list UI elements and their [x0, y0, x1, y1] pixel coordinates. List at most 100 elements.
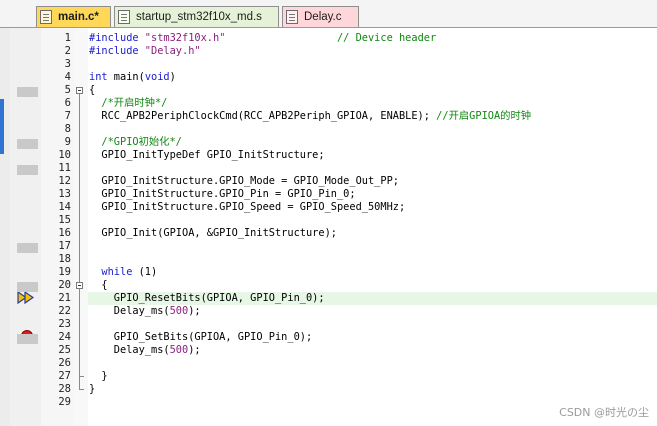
line-number: 28	[58, 383, 71, 395]
code-token: (1)	[132, 266, 158, 278]
line-number: 9	[64, 136, 71, 148]
line-number: 13	[58, 188, 71, 200]
line-number: 11	[58, 162, 71, 174]
tab-startup-file[interactable]: startup_stm32f10x_md.s	[114, 6, 279, 27]
fold-toggle-icon[interactable]	[76, 282, 83, 289]
gutter-marker	[17, 165, 38, 175]
code-token: GPIO_InitTypeDef GPIO_InitStructure;	[89, 149, 325, 161]
code-token: GPIO_InitStructure.GPIO_Speed = GPIO_Spe…	[89, 201, 406, 213]
code-token: GPIO_Init(GPIOA, &GPIO_InitStructure);	[89, 227, 337, 239]
code-token: while	[101, 266, 133, 278]
code-token: }	[89, 383, 96, 395]
fold-end-mark	[79, 389, 84, 390]
line-number: 10	[58, 149, 71, 161]
code-token: #include	[89, 32, 145, 44]
code-token: /*开启时钟*/	[89, 97, 168, 109]
code-token: )	[169, 71, 176, 83]
code-token: GPIO_SetBits(GPIOA, GPIO_Pin_0);	[89, 331, 313, 343]
code-token: GPIO_InitStructure.GPIO_Mode = GPIO_Mode…	[89, 175, 399, 187]
editor-tab-bar: main.c* startup_stm32f10x_md.s Delay.c	[0, 0, 657, 28]
fold-toggle-icon[interactable]	[76, 87, 83, 94]
code-token: );	[188, 305, 201, 317]
line-number: 26	[58, 357, 71, 369]
code-line[interactable]: Delay_ms(500);	[89, 305, 201, 318]
tab-delay-c[interactable]: Delay.c	[282, 6, 359, 27]
line-number: 7	[64, 110, 71, 122]
code-line[interactable]: GPIO_SetBits(GPIOA, GPIO_Pin_0);	[89, 331, 312, 344]
gutter-marker	[17, 139, 38, 149]
code-token: "Delay.h"	[144, 45, 201, 57]
line-number: 22	[58, 305, 71, 317]
line-number: 25	[58, 344, 71, 356]
code-token: //开启GPIOA的时钟	[436, 110, 532, 122]
fold-end-mark	[79, 376, 84, 377]
gutter-marker	[17, 87, 38, 97]
fold-guide	[79, 289, 80, 376]
line-number: 19	[58, 266, 71, 278]
code-line[interactable]: GPIO_InitTypeDef GPIO_InitStructure;	[89, 149, 325, 162]
code-token: #include	[89, 45, 145, 57]
code-token: int	[89, 71, 108, 83]
code-line[interactable]: GPIO_Init(GPIOA, &GPIO_InitStructure);	[89, 227, 337, 240]
code-token: GPIO_ResetBits(GPIOA, GPIO_Pin_0);	[89, 292, 325, 304]
code-token: "stm32f10x.h"	[144, 32, 226, 44]
panel-splitter-accent[interactable]	[0, 99, 4, 154]
line-number: 8	[64, 123, 71, 135]
line-number: 21	[58, 292, 71, 304]
line-number: 17	[58, 240, 71, 252]
code-token: }	[89, 370, 108, 382]
line-number: 4	[64, 71, 71, 83]
code-token: /*GPIO初始化*/	[89, 136, 182, 148]
tab-label: main.c*	[58, 11, 99, 23]
asm-file-icon	[118, 10, 130, 24]
code-line[interactable]: Delay_ms(500);	[89, 344, 201, 357]
code-token: 500	[169, 344, 189, 356]
code-line[interactable]: #include "Delay.h"	[89, 45, 201, 58]
c-file-icon	[40, 10, 52, 24]
code-token: main(	[107, 71, 145, 83]
line-number: 20	[58, 279, 71, 291]
tab-label: Delay.c	[304, 11, 342, 23]
code-token: Delay_ms(	[89, 305, 170, 317]
tab-label: startup_stm32f10x_md.s	[136, 11, 262, 23]
code-line[interactable]: GPIO_ResetBits(GPIOA, GPIO_Pin_0);	[89, 292, 325, 305]
code-line[interactable]: GPIO_InitStructure.GPIO_Mode = GPIO_Mode…	[89, 175, 399, 188]
code-line[interactable]: GPIO_InitStructure.GPIO_Pin = GPIO_Pin_0…	[89, 188, 356, 201]
line-number: 2	[64, 45, 71, 57]
code-line[interactable]: int main(void)	[89, 71, 176, 84]
execution-pointer-icon	[17, 291, 35, 304]
code-line[interactable]: while (1)	[89, 266, 157, 279]
line-number: 1	[64, 32, 71, 44]
code-line[interactable]: /*开启时钟*/	[89, 97, 167, 110]
line-number: 24	[58, 331, 71, 343]
tab-main-c[interactable]: main.c*	[36, 6, 111, 27]
code-line[interactable]: {	[89, 279, 108, 292]
code-line[interactable]: }	[89, 370, 108, 383]
code-line[interactable]: }	[89, 383, 95, 396]
watermark: CSDN @时光の尘	[559, 406, 649, 419]
code-line[interactable]: RCC_APB2PeriphClockCmd(RCC_APB2Periph_GP…	[89, 110, 531, 123]
line-number: 12	[58, 175, 71, 187]
code-token: Delay_ms(	[89, 344, 170, 356]
code-line[interactable]: /*GPIO初始化*/	[89, 136, 182, 149]
code-token: {	[89, 279, 108, 291]
line-number: 18	[58, 253, 71, 265]
c-file-icon	[286, 10, 298, 24]
gutter-marker	[17, 282, 38, 292]
line-number: 23	[58, 318, 71, 330]
code-token: GPIO_InitStructure.GPIO_Pin = GPIO_Pin_0…	[89, 188, 356, 200]
code-token: RCC_APB2PeriphClockCmd(RCC_APB2Periph_GP…	[89, 110, 437, 122]
code-token: // Device header	[336, 32, 437, 44]
code-token: );	[188, 344, 201, 356]
code-line[interactable]: #include "stm32f10x.h" // Device header	[89, 32, 436, 45]
gutter-marker	[17, 243, 38, 253]
code-token: void	[144, 71, 170, 83]
code-line[interactable]: GPIO_InitStructure.GPIO_Speed = GPIO_Spe…	[89, 201, 405, 214]
line-number: 6	[64, 97, 71, 109]
line-number: 16	[58, 227, 71, 239]
code-line[interactable]: {	[89, 84, 95, 97]
project-panel-edge	[0, 28, 10, 426]
code-token: {	[89, 84, 96, 96]
